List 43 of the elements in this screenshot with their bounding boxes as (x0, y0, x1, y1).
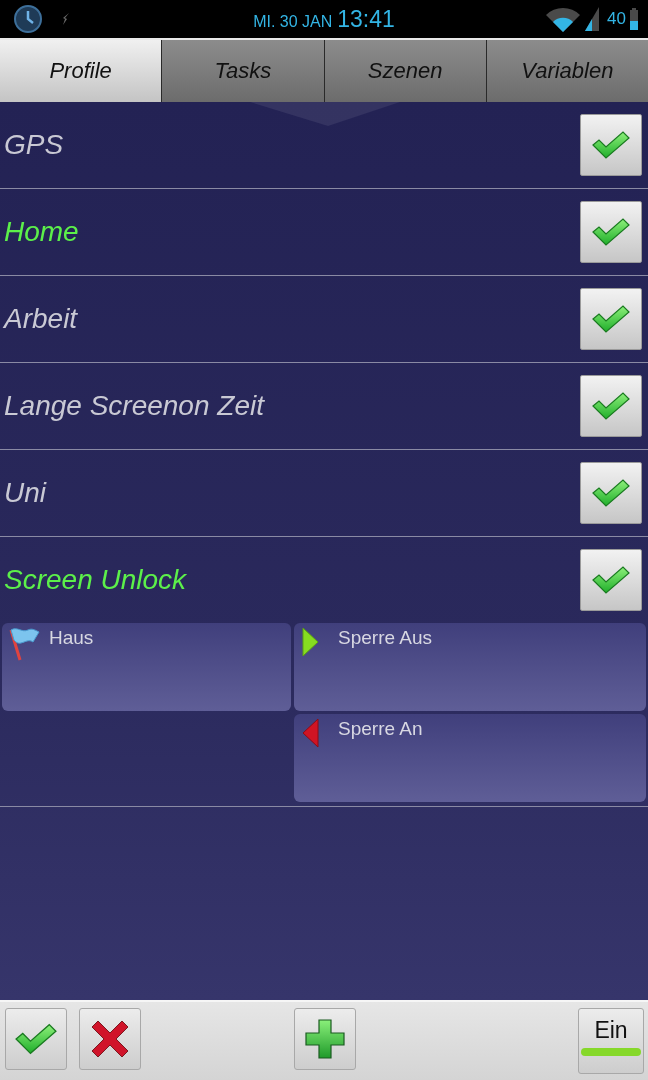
apply-button[interactable] (5, 1008, 67, 1070)
profile-name[interactable]: Screen Unlock (4, 564, 187, 596)
plus-icon (304, 1019, 345, 1059)
context-card[interactable]: Haus (2, 623, 291, 711)
tab[interactable]: Profile (0, 40, 162, 102)
toggle-button[interactable]: Ein (578, 1008, 644, 1074)
reverse-triangle-icon (302, 718, 319, 748)
checkbox[interactable] (580, 549, 642, 611)
tab[interactable]: Variablen (485, 40, 648, 102)
profile-name[interactable]: Home (4, 216, 79, 248)
play-triangle-icon (302, 627, 319, 657)
task-card[interactable]: Sperre Aus (294, 623, 646, 711)
check-icon (592, 131, 630, 159)
profile-name[interactable]: Lange Screenon Zeit (4, 390, 264, 422)
status-date: MI. 30 JAN (253, 12, 333, 31)
checkbox[interactable] (580, 462, 642, 524)
check-icon (592, 305, 630, 333)
tab[interactable]: Szenen (323, 40, 486, 102)
cross-icon (90, 1019, 130, 1059)
check-icon (592, 479, 630, 507)
signal-icon (585, 7, 600, 31)
task-card[interactable]: Sperre An (294, 714, 646, 802)
wifi-icon (545, 6, 582, 32)
check-icon (15, 1023, 57, 1055)
checkbox[interactable] (580, 114, 642, 176)
flag-icon (8, 627, 40, 661)
profile-name[interactable]: Arbeit (4, 303, 78, 335)
add-button[interactable] (293, 1008, 356, 1070)
delete-button[interactable] (79, 1008, 141, 1070)
checkbox[interactable] (580, 288, 642, 350)
checkbox[interactable] (580, 375, 642, 437)
battery-icon (630, 8, 638, 30)
battery-percent: 40 (607, 9, 626, 29)
checkbox[interactable] (580, 201, 642, 263)
bolt-icon (62, 13, 70, 25)
profile-name[interactable]: GPS (4, 129, 64, 161)
check-icon (592, 566, 630, 594)
check-icon (592, 392, 630, 420)
tab[interactable]: Tasks (161, 40, 324, 102)
profile-name[interactable]: Uni (4, 477, 46, 509)
check-icon (592, 218, 630, 246)
status-time: 13:41 (337, 5, 395, 33)
clock-icon (14, 5, 42, 33)
